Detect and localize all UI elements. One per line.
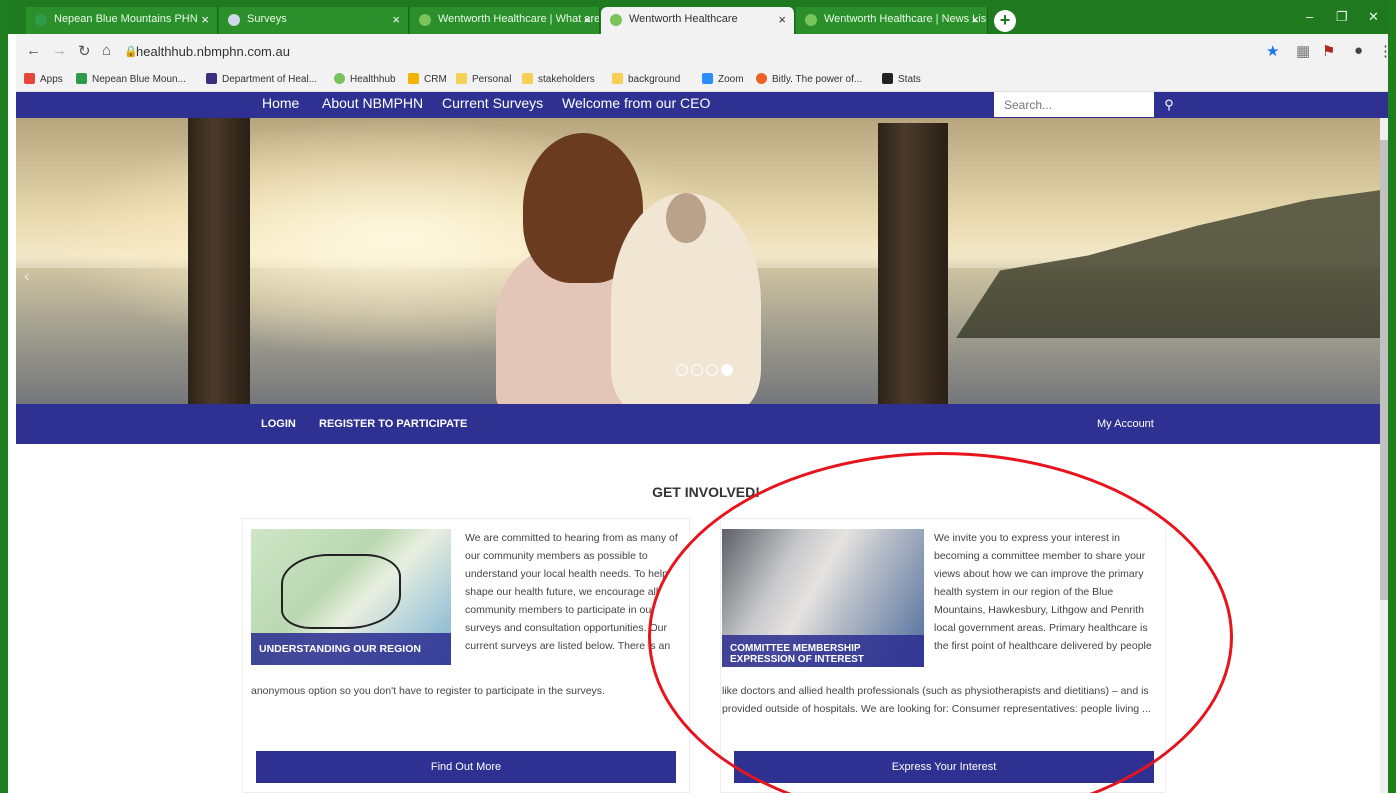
bookmark-stats[interactable]: Stats bbox=[882, 73, 921, 85]
favicon-icon bbox=[419, 14, 431, 26]
hero-hills bbox=[956, 188, 1388, 338]
url-field[interactable]: healthhub.nbmphn.com.au bbox=[136, 44, 290, 59]
menu-icon[interactable]: ⋮ bbox=[1378, 42, 1388, 60]
apps-icon bbox=[24, 73, 35, 84]
close-icon[interactable]: × bbox=[201, 12, 209, 27]
forward-icon[interactable]: → bbox=[52, 42, 67, 59]
stats-icon bbox=[882, 73, 893, 84]
bookmark-stakeholders[interactable]: stakeholders bbox=[522, 73, 595, 85]
tab-surveys[interactable]: Surveys × bbox=[219, 7, 409, 34]
find-out-more-button[interactable]: Find Out More bbox=[256, 751, 676, 783]
bookmark-personal[interactable]: Personal bbox=[456, 73, 511, 85]
close-icon[interactable]: × bbox=[392, 12, 400, 27]
nav-home[interactable]: Home bbox=[262, 95, 299, 111]
folder-icon bbox=[522, 73, 533, 84]
carousel-dot[interactable] bbox=[706, 364, 718, 376]
favicon-icon bbox=[805, 14, 817, 26]
carousel-prev-icon[interactable]: ‹ bbox=[24, 268, 29, 286]
extension-icon[interactable]: ▦ bbox=[1296, 42, 1310, 60]
section-heading: GET INVOLVED! bbox=[652, 484, 760, 500]
card-text-bottom: anonymous option so you don't have to re… bbox=[251, 685, 605, 697]
department-icon bbox=[206, 73, 217, 84]
carousel-dot[interactable] bbox=[691, 364, 703, 376]
bitly-icon bbox=[756, 73, 767, 84]
close-icon[interactable]: × bbox=[971, 12, 979, 27]
close-icon[interactable]: × bbox=[583, 12, 591, 27]
register-link[interactable]: REGISTER TO PARTICIPATE bbox=[319, 418, 467, 430]
favicon-icon bbox=[610, 14, 622, 26]
folder-icon bbox=[612, 73, 623, 84]
back-icon[interactable]: ← bbox=[26, 42, 41, 59]
close-icon[interactable]: × bbox=[778, 12, 786, 27]
bookmarks-bar: Apps Nepean Blue Moun... Department of H… bbox=[16, 68, 1388, 92]
bookmark-bitly[interactable]: Bitly. The power of... bbox=[756, 73, 862, 85]
hero-wooden-post-left bbox=[188, 118, 250, 404]
tab-label: Wentworth Healthcare | What are bbox=[438, 13, 600, 25]
bookmark-crm[interactable]: CRM bbox=[408, 73, 447, 85]
minimize-icon[interactable]: – bbox=[1306, 9, 1313, 24]
bookmark-nepean[interactable]: Nepean Blue Moun... bbox=[76, 73, 186, 85]
tab-label: Surveys bbox=[247, 13, 287, 25]
map-boundary bbox=[281, 554, 401, 629]
home-icon[interactable]: ⌂ bbox=[102, 42, 111, 59]
tab-label: Nepean Blue Mountains PHN bbox=[54, 13, 198, 25]
bookmark-background[interactable]: background bbox=[612, 73, 680, 85]
tab-label: Wentworth Healthcare | News Lis bbox=[824, 13, 987, 25]
reload-icon[interactable]: ↻ bbox=[78, 42, 91, 60]
tab-news[interactable]: Wentworth Healthcare | News Lis × bbox=[796, 7, 988, 34]
region-map-image[interactable]: UNDERSTANDING OUR REGION bbox=[251, 529, 451, 665]
zoom-icon bbox=[702, 73, 713, 84]
crm-icon bbox=[408, 73, 419, 84]
site-navigation: Home About NBMPHN Current Surveys Welcom… bbox=[16, 92, 1388, 118]
carousel-dot-active[interactable] bbox=[721, 364, 733, 376]
my-account-link[interactable]: My Account bbox=[1097, 418, 1154, 430]
tab-strip: Nepean Blue Mountains PHN × Surveys × We… bbox=[8, 0, 1388, 34]
carousel-indicators bbox=[676, 363, 736, 381]
hero-wooden-post-right bbox=[878, 123, 948, 404]
nepean-icon bbox=[76, 73, 87, 84]
close-window-icon[interactable]: ✕ bbox=[1368, 9, 1379, 25]
healthhub-icon bbox=[334, 73, 345, 84]
browser-window: Nepean Blue Mountains PHN × Surveys × We… bbox=[0, 0, 1396, 793]
bookmark-dept-health[interactable]: Department of Heal... bbox=[206, 73, 317, 85]
favicon-icon bbox=[35, 14, 47, 26]
favicon-icon bbox=[228, 14, 240, 26]
star-icon[interactable]: ★ bbox=[1266, 42, 1279, 60]
restore-icon[interactable]: ❐ bbox=[1336, 9, 1348, 25]
tab-nepean[interactable]: Nepean Blue Mountains PHN × bbox=[26, 7, 218, 34]
new-tab-button[interactable]: + bbox=[994, 10, 1016, 32]
tab-wentworth-active[interactable]: Wentworth Healthcare × bbox=[601, 7, 795, 34]
search-input[interactable] bbox=[994, 92, 1154, 117]
search-icon[interactable]: ⚲ bbox=[1154, 92, 1184, 117]
card-caption: UNDERSTANDING OUR REGION bbox=[251, 633, 451, 665]
nav-about[interactable]: About NBMPHN bbox=[322, 95, 423, 111]
profile-icon[interactable]: ● bbox=[1354, 42, 1363, 59]
account-bar: LOGIN REGISTER TO PARTICIPATE My Account bbox=[16, 404, 1388, 444]
hero-dog-ear bbox=[666, 193, 706, 243]
nav-welcome-ceo[interactable]: Welcome from our CEO bbox=[562, 95, 710, 111]
scrollbar-thumb[interactable] bbox=[1380, 140, 1388, 600]
address-bar: ← → ↻ ⌂ 🔒 healthhub.nbmphn.com.au ★ ▦ ⚑ … bbox=[16, 34, 1388, 68]
carousel-dot[interactable] bbox=[676, 364, 688, 376]
bookmark-apps[interactable]: Apps bbox=[24, 73, 63, 85]
tab-what-are[interactable]: Wentworth Healthcare | What are × bbox=[410, 7, 600, 34]
tab-label: Wentworth Healthcare bbox=[629, 13, 738, 25]
card-understanding-region: UNDERSTANDING OUR REGION We are committe… bbox=[242, 518, 690, 793]
nav-current-surveys[interactable]: Current Surveys bbox=[442, 95, 543, 111]
bookmark-zoom[interactable]: Zoom bbox=[702, 73, 744, 85]
hero-carousel: ‹ bbox=[16, 118, 1388, 404]
bookmark-healthhub[interactable]: Healthhub bbox=[334, 73, 396, 85]
annotation-circle bbox=[648, 452, 1233, 793]
folder-icon bbox=[456, 73, 467, 84]
acrobat-icon[interactable]: ⚑ bbox=[1322, 42, 1335, 60]
login-link[interactable]: LOGIN bbox=[261, 418, 296, 430]
